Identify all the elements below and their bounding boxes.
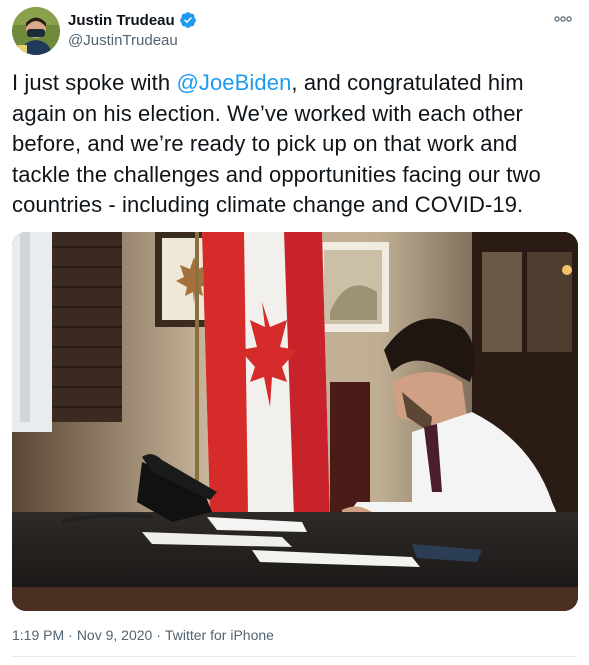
author-name-row: Justin Trudeau bbox=[68, 9, 197, 31]
author-avatar[interactable] bbox=[12, 7, 60, 55]
tweet-card: Justin Trudeau @JustinTrudeau I just spo… bbox=[0, 0, 589, 665]
divider bbox=[12, 656, 577, 657]
tweet-text-lead: I just spoke with bbox=[12, 70, 177, 95]
tweet-text: I just spoke with @JoeBiden, and congrat… bbox=[12, 68, 577, 221]
tweet-date[interactable]: Nov 9, 2020 bbox=[77, 627, 153, 643]
tweet-time[interactable]: 1:19 PM bbox=[12, 627, 64, 643]
author-display-name[interactable]: Justin Trudeau bbox=[68, 12, 175, 29]
verified-badge-icon bbox=[179, 11, 197, 29]
author-handle[interactable]: @JustinTrudeau bbox=[68, 32, 178, 49]
profile-photo-icon bbox=[12, 7, 60, 55]
meta-separator: · bbox=[68, 627, 73, 643]
tweet-meta: 1:19 PM · Nov 9, 2020 · Twitter for iPho… bbox=[12, 627, 274, 643]
photo-content bbox=[12, 232, 578, 611]
meta-separator: · bbox=[156, 627, 161, 643]
tweet-source[interactable]: Twitter for iPhone bbox=[165, 627, 274, 643]
more-options-icon[interactable] bbox=[551, 10, 575, 28]
tweet-photo[interactable] bbox=[12, 232, 578, 611]
mention-link[interactable]: @JoeBiden bbox=[176, 70, 291, 95]
